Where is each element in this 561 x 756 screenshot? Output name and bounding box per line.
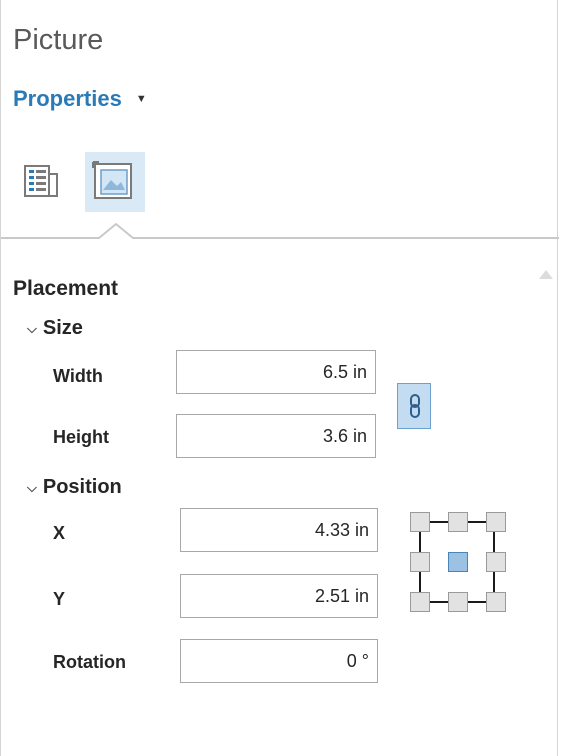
anchor-bottom-left[interactable] — [410, 592, 430, 612]
x-field[interactable] — [180, 508, 378, 552]
height-label: Height — [53, 427, 109, 447]
anchor-top-right[interactable] — [486, 512, 506, 532]
size-group-label: Size — [42, 317, 83, 339]
position-group-header[interactable]: ⌵ Position — [27, 476, 122, 499]
dropdown-caret-icon: ▼ — [135, 93, 147, 105]
anchor-middle-right[interactable] — [486, 552, 506, 572]
picture-properties-pane: Picture Properties ▼ Placement ⌵ Size Wi… — [0, 0, 559, 756]
scroll-up-arrow-icon[interactable] — [539, 270, 553, 279]
anchor-top-left[interactable] — [410, 512, 430, 532]
chevron-down-icon: ⌵ — [27, 320, 37, 336]
section-title-placement: Placement — [13, 277, 119, 300]
properties-dropdown[interactable]: Properties ▼ — [13, 86, 147, 112]
x-label: X — [53, 523, 66, 543]
anchor-middle-left[interactable] — [410, 552, 430, 572]
chain-link-icon — [410, 394, 420, 418]
list-properties-icon — [24, 165, 58, 197]
tab-placement[interactable] — [85, 152, 145, 212]
tab-selection-indicator — [1, 222, 559, 239]
tab-options[interactable] — [13, 152, 73, 212]
y-field[interactable] — [180, 574, 378, 618]
chevron-down-icon: ⌵ — [27, 479, 37, 495]
rotation-field[interactable] — [180, 639, 378, 683]
width-label: Width — [53, 366, 103, 386]
height-field[interactable] — [176, 414, 376, 458]
picture-frame-icon — [92, 161, 132, 199]
anchor-top-center[interactable] — [448, 512, 468, 532]
y-label: Y — [53, 589, 66, 609]
anchor-bottom-right[interactable] — [486, 592, 506, 612]
anchor-point-selector — [406, 506, 514, 618]
lock-aspect-ratio-button[interactable] — [397, 383, 431, 429]
anchor-bottom-center[interactable] — [448, 592, 468, 612]
position-group-label: Position — [42, 476, 122, 498]
size-group-header[interactable]: ⌵ Size — [27, 317, 83, 340]
width-field[interactable] — [176, 350, 376, 394]
pane-title: Picture — [13, 24, 104, 56]
rotation-label: Rotation — [53, 652, 126, 672]
properties-dropdown-label: Properties — [13, 86, 122, 111]
anchor-center[interactable] — [448, 552, 468, 572]
